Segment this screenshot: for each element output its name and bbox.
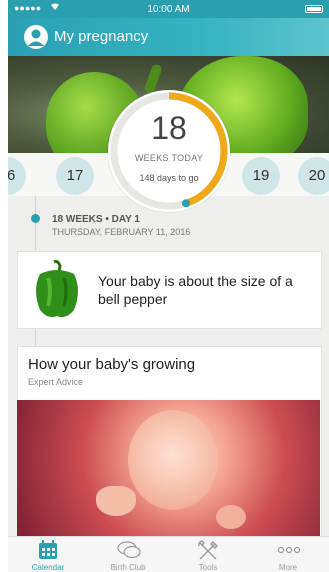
more-icon: [277, 546, 301, 554]
tab-tools-label: Tools: [198, 563, 218, 572]
profile-avatar-icon[interactable]: [24, 25, 48, 49]
growth-card-title: How your baby's growing: [28, 356, 196, 373]
growth-card-subtitle: Expert Advice: [28, 377, 84, 387]
chat-bubbles-icon: [117, 541, 141, 559]
progress-ring: [110, 92, 228, 210]
fetus-face: [128, 410, 218, 510]
tab-tools[interactable]: Tools: [168, 536, 248, 572]
days-to-go: 148 days to go: [139, 173, 199, 183]
tab-birth-club-label: Birth Club: [110, 563, 146, 572]
calendar-icon: [39, 540, 57, 559]
timeline-dot: [31, 214, 40, 223]
bell-pepper-icon: [34, 260, 80, 320]
current-week-label: WEEKS TODAY: [134, 153, 204, 163]
app-frame: ●●●●● 10:00 AM My pregnancy 16 17 19 20 …: [8, 0, 329, 572]
tab-birth-club[interactable]: Birth Club: [88, 536, 168, 572]
tab-more-label: More: [278, 563, 298, 572]
week-progress-dial[interactable]: 18 WEEKS TODAY 148 days to go: [108, 90, 230, 212]
fetus-hand-right: [216, 505, 246, 529]
battery-icon: [305, 5, 323, 13]
week-bubble-17[interactable]: 17: [56, 157, 94, 195]
status-bar: ●●●●● 10:00 AM: [8, 0, 329, 18]
tab-calendar[interactable]: Calendar: [8, 536, 88, 572]
status-time: 10:00 AM: [147, 4, 190, 15]
progress-knob: [181, 199, 190, 208]
week-day-label: 18 WEEKS • DAY 1: [52, 214, 140, 225]
current-week-number: 18: [151, 110, 187, 146]
tab-more[interactable]: More: [248, 536, 328, 572]
fetus-hand-left: [96, 486, 136, 516]
tools-icon: [198, 540, 218, 560]
date-label: THURSDAY, FEBRUARY 11, 2016: [52, 227, 191, 237]
title-bar: My pregnancy: [8, 18, 329, 56]
baby-size-text: Your baby is about the size of a bell pe…: [98, 273, 293, 307]
week-bubble-20[interactable]: 20: [298, 157, 329, 195]
tab-calendar-label: Calendar: [31, 563, 65, 572]
week-bubble-19[interactable]: 19: [242, 157, 280, 195]
page-title: My pregnancy: [54, 28, 149, 45]
